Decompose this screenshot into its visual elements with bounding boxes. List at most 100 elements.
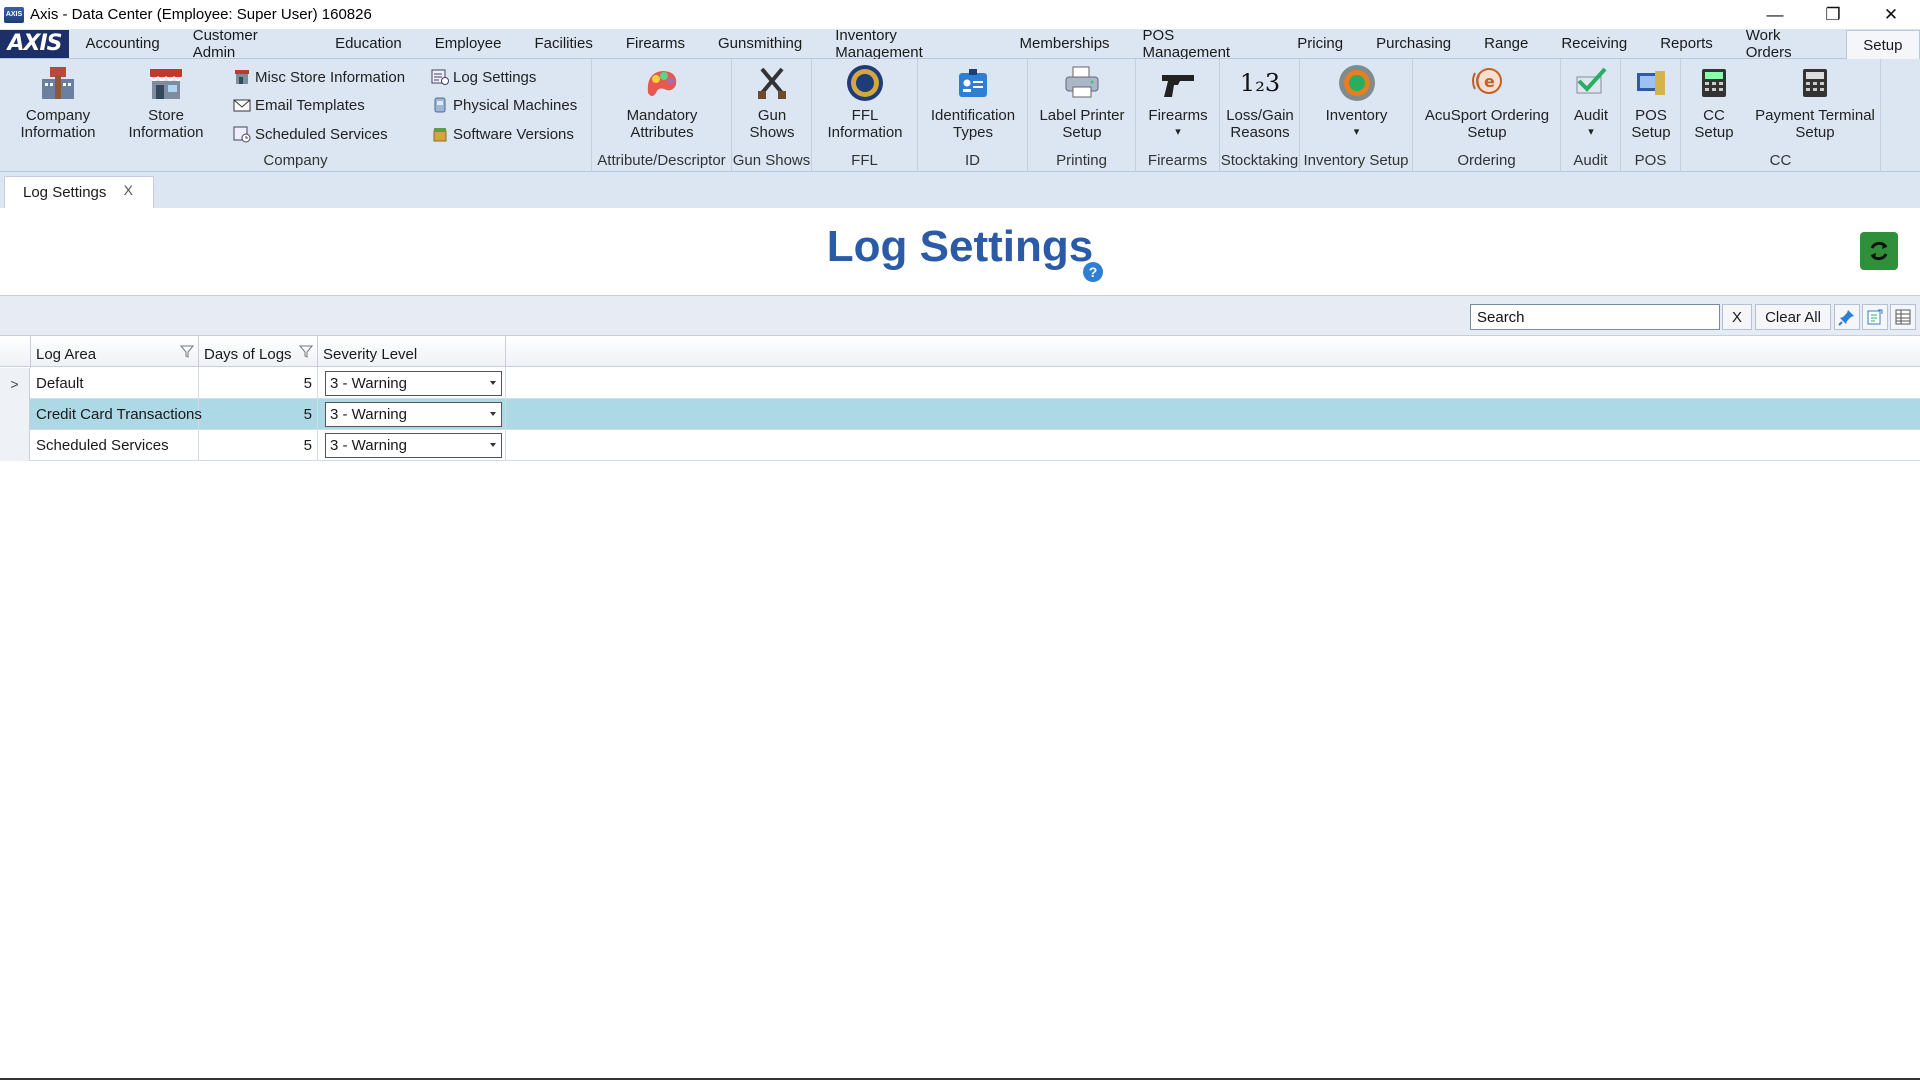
tab-pos-management[interactable]: POS Management — [1126, 27, 1281, 61]
clear-all-button[interactable]: Clear All — [1755, 304, 1831, 330]
cc-setup-label-1: CC — [1703, 107, 1725, 124]
software-box-icon — [431, 125, 449, 143]
table-row[interactable]: Scheduled Services 5 3 - Warning — [0, 430, 1920, 461]
help-icon[interactable]: ? — [1083, 262, 1103, 282]
tab-gunsmithing[interactable]: Gunsmithing — [702, 29, 819, 59]
group-label-stocktaking: Stocktaking — [1220, 152, 1299, 169]
firearms-label: Firearms — [1148, 107, 1208, 124]
dropdown-arrow-icon — [490, 381, 496, 385]
tab-receiving[interactable]: Receiving — [1545, 29, 1644, 59]
mandatory-attributes-button[interactable]: Mandatory Attributes — [592, 63, 732, 141]
filter-icon[interactable] — [299, 344, 313, 358]
clear-search-button[interactable]: X — [1722, 304, 1752, 330]
doc-tab-log-settings[interactable]: Log Settings X — [4, 176, 154, 208]
pin-button[interactable] — [1834, 304, 1860, 330]
cell-days-of-logs[interactable]: 5 — [199, 368, 318, 399]
log-settings-button[interactable]: Log Settings — [431, 68, 536, 86]
payment-terminal-setup-button[interactable]: Payment Terminal Setup — [1749, 63, 1881, 141]
tab-customer-admin[interactable]: Customer Admin — [176, 27, 318, 61]
group-label-audit: Audit — [1573, 152, 1608, 169]
table-row[interactable]: Credit Card Transactions 5 3 - Warning — [0, 399, 1920, 430]
group-label-id: ID — [965, 152, 980, 169]
tab-pricing[interactable]: Pricing — [1281, 29, 1360, 59]
store-information-button[interactable]: Store Information — [118, 63, 214, 141]
tab-firearms[interactable]: Firearms — [609, 29, 701, 59]
tab-memberships[interactable]: Memberships — [1003, 29, 1126, 59]
scheduled-services-label: Scheduled Services — [255, 125, 388, 143]
column-header-severity-level[interactable]: Severity Level — [318, 336, 506, 368]
window-title: Axis - Data Center (Employee: Super User… — [30, 6, 372, 23]
close-tab-icon[interactable]: X — [124, 182, 133, 198]
crossed-pistols-icon — [752, 63, 792, 103]
row-indicator[interactable] — [0, 399, 30, 430]
identification-types-button[interactable]: Identification Types — [918, 63, 1028, 141]
severity-select[interactable]: 3 - Warning — [325, 371, 502, 396]
severity-select-value: 3 - Warning — [330, 375, 407, 392]
ribbon-group-cc: CC Setup Payment Terminal Setup CC — [1681, 59, 1881, 172]
log-settings-icon — [431, 68, 449, 86]
tab-accounting[interactable]: Accounting — [69, 29, 176, 59]
tab-reports[interactable]: Reports — [1644, 29, 1730, 59]
ribbon-group-ffl: FFL Information FFL — [812, 59, 918, 172]
close-window-button[interactable]: ✕ — [1862, 0, 1920, 29]
export-button[interactable] — [1862, 304, 1888, 330]
ribbon-group-attribute: Mandatory Attributes Attribute/Descripto… — [592, 59, 732, 172]
cc-setup-button[interactable]: CC Setup — [1681, 63, 1747, 141]
search-input[interactable] — [1470, 304, 1720, 330]
misc-store-information-button[interactable]: Misc Store Information — [233, 68, 405, 86]
software-versions-button[interactable]: Software Versions — [431, 125, 574, 143]
dropdown-arrow-icon — [490, 412, 496, 416]
table-row[interactable]: > Default 5 3 - Warning — [0, 368, 1920, 399]
acusport-ordering-label-2: Setup — [1467, 124, 1507, 141]
scheduled-services-button[interactable]: Scheduled Services — [233, 125, 388, 143]
pos-setup-button[interactable]: POS Setup — [1621, 63, 1681, 141]
physical-machines-button[interactable]: Physical Machines — [431, 96, 577, 114]
document-tab-strip: Log Settings X — [0, 172, 1920, 208]
payment-terminal-icon — [1795, 63, 1835, 103]
tab-setup[interactable]: Setup — [1845, 30, 1920, 59]
column-header-days-of-logs[interactable]: Days of Logs — [199, 336, 318, 368]
acusport-ordering-setup-button[interactable]: e AcuSport Ordering Setup — [1413, 63, 1561, 141]
app-icon: AXIS — [4, 6, 24, 23]
label-printer-setup-button[interactable]: Label Printer Setup — [1028, 63, 1136, 141]
loss-gain-reasons-label-2: Reasons — [1230, 124, 1290, 141]
email-templates-button[interactable]: Email Templates — [233, 96, 365, 114]
restore-button[interactable]: ❐ — [1804, 0, 1862, 29]
window-controls: — ❐ ✕ — [1746, 0, 1920, 29]
row-indicator[interactable] — [0, 430, 30, 461]
printer-icon — [1062, 63, 1102, 103]
tab-purchasing[interactable]: Purchasing — [1360, 29, 1468, 59]
tab-employee[interactable]: Employee — [418, 29, 518, 59]
audit-dropdown-button[interactable]: Audit ▾ — [1561, 63, 1621, 141]
minimize-button[interactable]: — — [1746, 0, 1804, 29]
inventory-dropdown-button[interactable]: Inventory ▾ — [1300, 63, 1413, 141]
firearms-dropdown-button[interactable]: Firearms ▾ — [1136, 63, 1220, 141]
severity-select[interactable]: 3 - Warning — [325, 402, 502, 427]
group-label-attribute: Attribute/Descriptor — [597, 152, 726, 169]
company-information-label-1: Company — [25, 107, 91, 124]
ribbon-group-audit: Audit ▾ Audit — [1561, 59, 1621, 172]
pin-icon — [1838, 310, 1854, 326]
ribbon: Company Information Store Information Mi… — [0, 59, 1920, 172]
cell-days-of-logs[interactable]: 5 — [199, 399, 318, 430]
tab-inventory-management[interactable]: Inventory Management — [819, 27, 1003, 61]
ffl-information-button[interactable]: FFL Information — [812, 63, 918, 141]
inventory-chevron-down-icon: ▾ — [1353, 126, 1360, 138]
severity-select[interactable]: 3 - Warning — [325, 433, 502, 458]
tab-range[interactable]: Range — [1468, 29, 1545, 59]
company-information-button[interactable]: Company Information — [10, 63, 106, 141]
tab-facilities[interactable]: Facilities — [518, 29, 609, 59]
group-label-ordering: Ordering — [1457, 152, 1516, 169]
tab-education[interactable]: Education — [319, 29, 419, 59]
cell-days-of-logs[interactable]: 5 — [199, 430, 318, 461]
column-chooser-button[interactable] — [1890, 304, 1916, 330]
loss-gain-reasons-button[interactable]: 1₂3 Loss/Gain Reasons — [1220, 63, 1300, 142]
column-header-log-area[interactable]: Log Area — [31, 336, 199, 368]
gun-shows-button[interactable]: Gun Shows — [732, 63, 812, 141]
svg-text:e: e — [1484, 72, 1495, 91]
inventory-label: Inventory — [1325, 107, 1388, 124]
filter-icon[interactable] — [180, 344, 194, 358]
tab-work-orders[interactable]: Work Orders — [1729, 27, 1846, 61]
refresh-button[interactable] — [1860, 232, 1898, 270]
row-indicator[interactable]: > — [0, 368, 30, 399]
